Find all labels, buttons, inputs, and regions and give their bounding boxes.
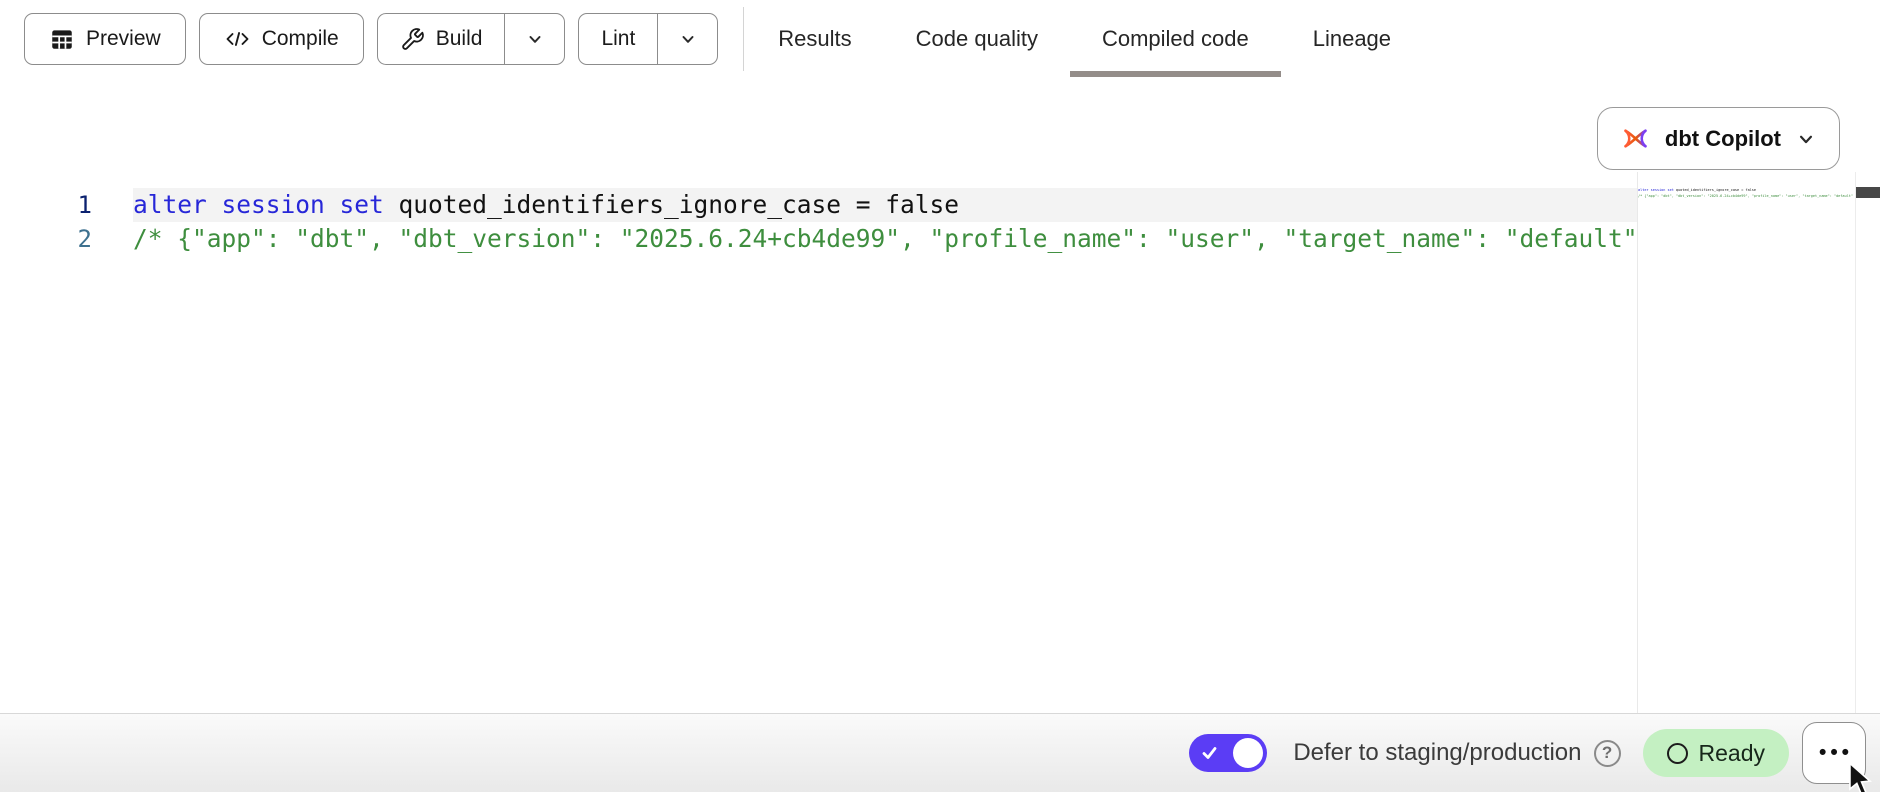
line-number-gutter: 1 2 xyxy=(0,172,133,713)
check-icon xyxy=(1200,744,1219,762)
tab-results-label: Results xyxy=(778,26,851,52)
chevron-down-icon xyxy=(525,29,545,49)
sql-text: quoted_identifiers_ignore_case = false xyxy=(384,190,959,219)
editor-header: dbt Copilot xyxy=(0,78,1880,172)
toggle-knob xyxy=(1233,738,1263,768)
scrollbar-thumb[interactable] xyxy=(1856,187,1880,198)
dbt-ide-window: Preview Compile Build xyxy=(0,0,1880,792)
lint-split-button: Lint xyxy=(578,13,718,65)
tab-lineage-label: Lineage xyxy=(1313,26,1391,52)
build-split-button: Build xyxy=(377,13,566,65)
tab-code-quality[interactable]: Code quality xyxy=(884,0,1070,78)
compile-button[interactable]: Compile xyxy=(199,13,364,65)
defer-toggle[interactable] xyxy=(1189,734,1267,772)
tab-compiled-code[interactable]: Compiled code xyxy=(1070,0,1281,78)
build-button-label: Build xyxy=(436,27,483,51)
editor-scrollbar[interactable] xyxy=(1855,172,1880,713)
lint-dropdown-button[interactable] xyxy=(657,14,717,64)
result-tabs: Results Code quality Compiled code Linea… xyxy=(746,0,1423,78)
toolbar-divider xyxy=(743,7,744,71)
preview-button-label: Preview xyxy=(86,27,161,51)
dbt-copilot-button[interactable]: dbt Copilot xyxy=(1597,107,1840,170)
active-tab-underline xyxy=(1070,71,1281,77)
tab-results[interactable]: Results xyxy=(746,0,883,78)
minimap-line: /* {"app": "dbt", "dbt_version": "2025.6… xyxy=(1638,193,1855,199)
chevron-down-icon xyxy=(678,29,698,49)
build-dropdown-button[interactable] xyxy=(504,14,564,64)
status-badge-label: Ready xyxy=(1699,740,1765,767)
compile-button-label: Compile xyxy=(262,27,339,51)
tab-compiled-code-label: Compiled code xyxy=(1102,26,1249,52)
chevron-down-icon xyxy=(1795,128,1817,150)
help-icon[interactable]: ? xyxy=(1594,740,1621,767)
code-line-2[interactable]: /* {"app": "dbt", "dbt_version": "2025.6… xyxy=(133,222,1637,256)
status-badge[interactable]: Ready xyxy=(1643,729,1789,777)
build-button[interactable]: Build xyxy=(378,14,505,64)
sql-comment: /* {"app": "dbt", "dbt_version": "2025.6… xyxy=(133,224,1637,253)
lint-button[interactable]: Lint xyxy=(579,14,657,64)
lint-button-label: Lint xyxy=(601,27,635,51)
line-number: 2 xyxy=(0,222,92,256)
line-number: 1 xyxy=(0,188,92,222)
code-content[interactable]: alter session set quoted_identifiers_ign… xyxy=(133,172,1637,713)
compiled-code-editor: 1 2 alter session set quoted_identifiers… xyxy=(0,172,1880,713)
tab-lineage[interactable]: Lineage xyxy=(1281,0,1423,78)
toolbar: Preview Compile Build xyxy=(0,0,1880,78)
sql-keyword: alter session set xyxy=(133,190,384,219)
status-circle-icon xyxy=(1667,743,1688,764)
code-brackets-icon xyxy=(224,27,251,51)
code-line-1[interactable]: alter session set quoted_identifiers_ign… xyxy=(133,188,1637,222)
table-icon xyxy=(49,26,75,52)
defer-label: Defer to staging/production xyxy=(1293,739,1581,767)
help-glyph: ? xyxy=(1602,743,1612,763)
editor-minimap[interactable]: alter session set quoted_identifiers_ign… xyxy=(1637,172,1855,713)
dbt-copilot-logo-icon xyxy=(1620,123,1651,154)
dbt-copilot-label: dbt Copilot xyxy=(1665,126,1781,152)
tab-code-quality-label: Code quality xyxy=(916,26,1038,52)
preview-button[interactable]: Preview xyxy=(24,13,186,65)
status-bar: Defer to staging/production ? Ready ••• xyxy=(0,713,1880,792)
wrench-icon xyxy=(400,27,425,52)
mouse-cursor xyxy=(1844,762,1878,792)
